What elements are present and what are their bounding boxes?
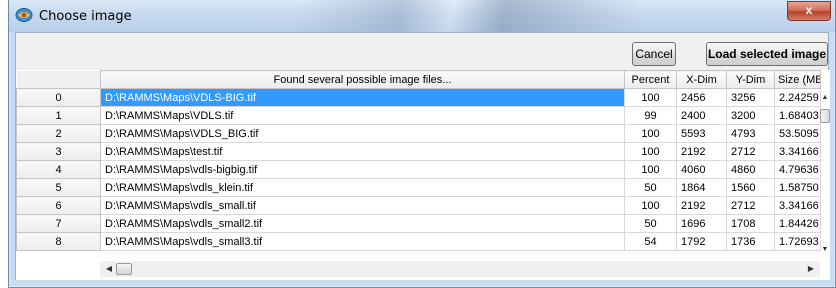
- table-row[interactable]: 2 D:\RAMMS\Maps\VDLS_BIG.tif 100 5593 4793 53…: [16, 124, 821, 143]
- column-header-size[interactable]: Size (MB): [774, 70, 821, 89]
- window-title: Choose image: [39, 9, 132, 24]
- xdim-cell[interactable]: 2192: [676, 142, 727, 161]
- xdim-cell[interactable]: 5593: [676, 124, 727, 143]
- scroll-down-arrow-icon[interactable]: ▼: [820, 243, 830, 257]
- horizontal-scrollbar[interactable]: ◀ ▶: [100, 261, 820, 277]
- ydim-cell[interactable]: 3200: [726, 106, 775, 125]
- row-index[interactable]: 0: [16, 88, 101, 107]
- ydim-cell[interactable]: 1708: [726, 214, 775, 233]
- ydim-cell[interactable]: 3256: [726, 88, 775, 107]
- size-cell[interactable]: 1.72693: [774, 232, 821, 251]
- horizontal-scroll-thumb[interactable]: [116, 263, 132, 275]
- table-row[interactable]: 4 D:\RAMMS\Maps\vdls-bigbig.tif 100 4060 486…: [16, 160, 821, 179]
- percent-cell[interactable]: 99: [624, 106, 677, 125]
- ydim-cell[interactable]: 4860: [726, 160, 775, 179]
- table-row[interactable]: 6 D:\RAMMS\Maps\vdls_small.tif 100 2192 2712…: [16, 196, 821, 215]
- table-row[interactable]: 7 D:\RAMMS\Maps\vdls_small2.tif 50 1696 1708…: [16, 214, 821, 233]
- file-path-cell[interactable]: D:\RAMMS\Maps\test.tif: [100, 142, 625, 161]
- size-cell[interactable]: 1.58750: [774, 178, 821, 197]
- ydim-cell[interactable]: 1560: [726, 178, 775, 197]
- xdim-cell[interactable]: 4060: [676, 160, 727, 179]
- title-bar-glass: [299, 0, 639, 32]
- row-index[interactable]: 3: [16, 142, 101, 161]
- vertical-scroll-thumb[interactable]: [820, 109, 830, 123]
- size-cell[interactable]: 3.34166: [774, 142, 821, 161]
- file-path-cell[interactable]: D:\RAMMS\Maps\vdls_small.tif: [100, 196, 625, 215]
- choose-image-dialog: Choose image x Cancel Load selected imag…: [8, 0, 836, 288]
- row-index[interactable]: 1: [16, 106, 101, 125]
- xdim-cell[interactable]: 1792: [676, 232, 727, 251]
- file-path-cell[interactable]: D:\RAMMS\Maps\VDLS_BIG.tif: [100, 124, 625, 143]
- row-index[interactable]: 2: [16, 124, 101, 143]
- xdim-cell[interactable]: 1864: [676, 178, 727, 197]
- file-path-cell[interactable]: D:\RAMMS\Maps\vdls-bigbig.tif: [100, 160, 625, 179]
- scroll-right-arrow-icon[interactable]: ▶: [804, 261, 818, 277]
- load-selected-image-button[interactable]: Load selected image: [706, 42, 828, 66]
- table-header-row: Found several possible image files... Pe…: [16, 70, 821, 89]
- file-path-cell[interactable]: D:\RAMMS\Maps\VDLS-BIG.tif: [100, 88, 625, 107]
- column-header-ydim[interactable]: Y-Dim: [726, 70, 775, 89]
- column-header-path[interactable]: Found several possible image files...: [100, 70, 625, 89]
- column-header-xdim[interactable]: X-Dim: [676, 70, 727, 89]
- file-path-cell[interactable]: D:\RAMMS\Maps\vdls_small3.tif: [100, 232, 625, 251]
- percent-cell[interactable]: 50: [624, 214, 677, 233]
- image-files-table: Found several possible image files... Pe…: [16, 70, 830, 280]
- table-row[interactable]: 1 D:\RAMMS\Maps\VDLS.tif 99 2400 3200 1.68403: [16, 106, 821, 125]
- ydim-cell[interactable]: 2712: [726, 142, 775, 161]
- row-index[interactable]: 4: [16, 160, 101, 179]
- size-cell[interactable]: 3.34166: [774, 196, 821, 215]
- close-button[interactable]: x: [787, 1, 831, 21]
- size-cell[interactable]: 1.84426: [774, 214, 821, 233]
- vertical-scrollbar[interactable]: ▲ ▼: [820, 89, 830, 259]
- xdim-cell[interactable]: 1696: [676, 214, 727, 233]
- table-row[interactable]: 0 D:\RAMMS\Maps\VDLS-BIG.tif 100 2456 3256 2.…: [16, 88, 821, 107]
- size-cell[interactable]: 4.79636: [774, 160, 821, 179]
- ydim-cell[interactable]: 2712: [726, 196, 775, 215]
- title-bar[interactable]: Choose image x: [9, 0, 835, 32]
- dialog-body: Cancel Load selected image Found several…: [15, 32, 830, 280]
- column-header-percent[interactable]: Percent: [624, 70, 677, 89]
- file-path-cell[interactable]: D:\RAMMS\Maps\vdls_klein.tif: [100, 178, 625, 197]
- table-row[interactable]: 8 D:\RAMMS\Maps\vdls_small3.tif 54 1792 1736…: [16, 232, 821, 251]
- table-row[interactable]: 5 D:\RAMMS\Maps\vdls_klein.tif 50 1864 1560 1…: [16, 178, 821, 197]
- percent-cell[interactable]: 100: [624, 142, 677, 161]
- file-path-cell[interactable]: D:\RAMMS\Maps\VDLS.tif: [100, 106, 625, 125]
- xdim-cell[interactable]: 2192: [676, 196, 727, 215]
- cancel-button[interactable]: Cancel: [632, 42, 676, 66]
- ydim-cell[interactable]: 1736: [726, 232, 775, 251]
- ydim-cell[interactable]: 4793: [726, 124, 775, 143]
- satellite-image-icon: [15, 7, 33, 23]
- percent-cell[interactable]: 100: [624, 124, 677, 143]
- percent-cell[interactable]: 100: [624, 160, 677, 179]
- row-index[interactable]: 6: [16, 196, 101, 215]
- table-row[interactable]: 3 D:\RAMMS\Maps\test.tif 100 2192 2712 3.3416…: [16, 142, 821, 161]
- corner-cell: [16, 70, 101, 89]
- xdim-cell[interactable]: 2456: [676, 88, 727, 107]
- xdim-cell[interactable]: 2400: [676, 106, 727, 125]
- percent-cell[interactable]: 100: [624, 196, 677, 215]
- percent-cell[interactable]: 54: [624, 232, 677, 251]
- row-index[interactable]: 5: [16, 178, 101, 197]
- percent-cell[interactable]: 50: [624, 178, 677, 197]
- file-path-cell[interactable]: D:\RAMMS\Maps\vdls_small2.tif: [100, 214, 625, 233]
- scroll-up-arrow-icon[interactable]: ▲: [820, 91, 830, 105]
- size-cell[interactable]: 1.68403: [774, 106, 821, 125]
- row-index[interactable]: 8: [16, 232, 101, 251]
- size-cell[interactable]: 53.5095: [774, 124, 821, 143]
- size-cell[interactable]: 2.24259: [774, 88, 821, 107]
- percent-cell[interactable]: 100: [624, 88, 677, 107]
- scroll-left-arrow-icon[interactable]: ◀: [102, 261, 116, 277]
- row-index[interactable]: 7: [16, 214, 101, 233]
